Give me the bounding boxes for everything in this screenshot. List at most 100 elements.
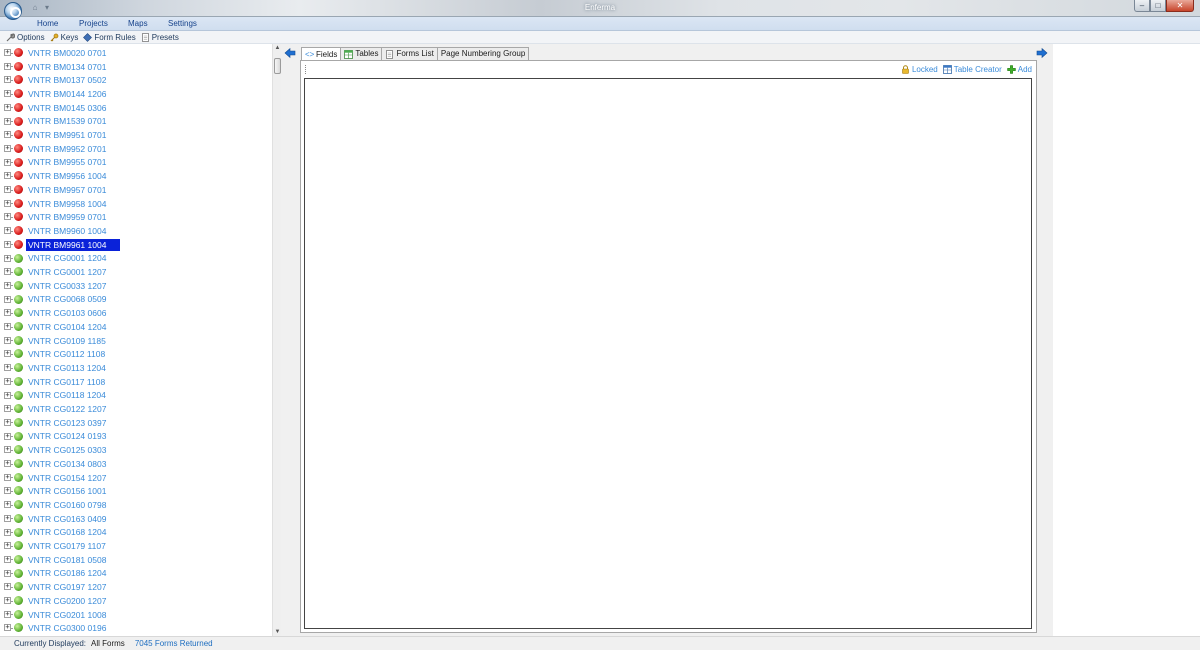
scroll-up-arrow-icon[interactable]: ▲ bbox=[273, 44, 282, 52]
expand-icon[interactable]: + bbox=[4, 103, 11, 111]
tree-item[interactable]: + VNTR BM0134 0701 bbox=[0, 60, 272, 74]
locked-button[interactable]: Locked bbox=[901, 65, 938, 74]
tree-item-label[interactable]: VNTR CG0156 1001 bbox=[26, 485, 108, 497]
scroll-down-arrow-icon[interactable]: ▼ bbox=[273, 628, 282, 636]
expand-icon[interactable]: + bbox=[4, 240, 11, 248]
tree-item[interactable]: + VNTR CG0124 0193 bbox=[0, 430, 272, 444]
expand-icon[interactable]: + bbox=[4, 62, 11, 70]
expand-icon[interactable]: + bbox=[4, 377, 11, 385]
tree-item[interactable]: + VNTR CG0179 1107 bbox=[0, 539, 272, 553]
expand-icon[interactable]: + bbox=[4, 309, 11, 317]
tree-item[interactable]: + VNTR CG0122 1207 bbox=[0, 402, 272, 416]
tree-item[interactable]: + VNTR CG0163 0409 bbox=[0, 512, 272, 526]
tree-item-label[interactable]: VNTR CG0300 0196 bbox=[26, 622, 108, 634]
expand-icon[interactable]: + bbox=[4, 49, 11, 56]
tree-item[interactable]: + VNTR BM9960 1004 bbox=[0, 224, 272, 238]
expand-icon[interactable]: + bbox=[4, 90, 11, 98]
back-arrow-icon[interactable] bbox=[284, 47, 296, 59]
tree-item[interactable]: + VNTR CG0168 1204 bbox=[0, 526, 272, 540]
tree-item[interactable]: + VNTR CG0181 0508 bbox=[0, 553, 272, 567]
tree-item[interactable]: + VNTR BM9961 1004 bbox=[0, 238, 272, 252]
app-menu-orb[interactable] bbox=[4, 2, 22, 20]
tree-item-label[interactable]: VNTR CG0104 1204 bbox=[26, 321, 108, 333]
tree-item[interactable]: + VNTR BM0137 0502 bbox=[0, 73, 272, 87]
options-button[interactable]: Options bbox=[6, 33, 45, 42]
tree-item[interactable]: + VNTR BM9951 0701 bbox=[0, 128, 272, 142]
tree-item-label[interactable]: VNTR CG0163 0409 bbox=[26, 513, 108, 525]
tree-item-label[interactable]: VNTR BM9957 0701 bbox=[26, 184, 108, 196]
expand-icon[interactable]: + bbox=[4, 364, 11, 372]
tree-item-label[interactable]: VNTR CG0200 1207 bbox=[26, 595, 108, 607]
tree-item-label[interactable]: VNTR CG0160 0798 bbox=[26, 499, 108, 511]
tree-item-label[interactable]: VNTR CG0123 0397 bbox=[26, 417, 108, 429]
tree-item-label[interactable]: VNTR BM0134 0701 bbox=[26, 61, 108, 73]
tree-item[interactable]: + VNTR CG0160 0798 bbox=[0, 498, 272, 512]
table-creator-button[interactable]: Table Creator bbox=[942, 65, 1002, 74]
expand-icon[interactable]: + bbox=[4, 514, 11, 522]
tree-item-label[interactable]: VNTR CG0125 0303 bbox=[26, 444, 108, 456]
tree-item[interactable]: + VNTR CG0186 1204 bbox=[0, 567, 272, 581]
tree-item-label[interactable]: VNTR CG0122 1207 bbox=[26, 403, 108, 415]
tree-item-label[interactable]: VNTR CG0112 1108 bbox=[26, 348, 107, 360]
tab-forms-list[interactable]: Forms List bbox=[381, 47, 438, 60]
expand-icon[interactable]: + bbox=[4, 446, 11, 454]
expand-icon[interactable]: + bbox=[4, 391, 11, 399]
tree-item-label[interactable]: VNTR BM9951 0701 bbox=[26, 129, 108, 141]
expand-icon[interactable]: + bbox=[4, 528, 11, 536]
tree-item-label[interactable]: VNTR CG0197 1207 bbox=[26, 581, 108, 593]
expand-icon[interactable]: + bbox=[4, 186, 11, 193]
tree-item-label[interactable]: VNTR CG0103 0606 bbox=[26, 307, 108, 319]
tree-item-label[interactable]: VNTR BM0145 0306 bbox=[26, 102, 108, 114]
expand-icon[interactable]: + bbox=[4, 254, 11, 262]
expand-icon[interactable]: + bbox=[4, 76, 11, 84]
tree-item[interactable]: + VNTR CG0033 1207 bbox=[0, 279, 272, 293]
add-button[interactable]: Add bbox=[1007, 65, 1032, 74]
form-rules-button[interactable]: Form Rules bbox=[83, 33, 136, 42]
keys-button[interactable]: Keys bbox=[50, 33, 78, 42]
tree-item[interactable]: + VNTR CG0197 1207 bbox=[0, 580, 272, 594]
tree-item-label[interactable]: VNTR BM9952 0701 bbox=[26, 143, 108, 155]
tab-page-numbering-group[interactable]: Page Numbering Group bbox=[436, 47, 530, 60]
tree-item-label[interactable]: VNTR BM9961 1004 bbox=[26, 238, 120, 251]
expand-icon[interactable]: + bbox=[4, 295, 11, 303]
expand-icon[interactable]: + bbox=[4, 610, 11, 618]
ribbon-tab-projects[interactable]: Projects bbox=[79, 18, 108, 30]
tab-tables[interactable]: Tables bbox=[340, 47, 383, 60]
tree-item-label[interactable]: VNTR CG0117 1108 bbox=[26, 376, 107, 388]
tree-item-label[interactable]: VNTR CG0033 1207 bbox=[26, 280, 108, 292]
expand-icon[interactable]: + bbox=[4, 487, 11, 495]
expand-icon[interactable]: + bbox=[4, 213, 11, 221]
expand-icon[interactable]: + bbox=[4, 268, 11, 276]
tree-item[interactable]: + VNTR BM0145 0306 bbox=[0, 101, 272, 115]
ribbon-tab-home[interactable]: Home bbox=[37, 18, 58, 30]
tree-item-label[interactable]: VNTR CG0134 0803 bbox=[26, 458, 108, 470]
tree-item-label[interactable]: VNTR CG0124 0193 bbox=[26, 430, 108, 442]
tree-item[interactable]: + VNTR BM9958 1004 bbox=[0, 197, 272, 211]
tree-item[interactable]: + VNTR CG0068 0509 bbox=[0, 293, 272, 307]
tree-item-label[interactable]: VNTR BM9955 0701 bbox=[26, 156, 108, 168]
tree-scrollbar[interactable]: ▲ ▼ bbox=[272, 44, 281, 636]
tree-item[interactable]: + VNTR CG0104 1204 bbox=[0, 320, 272, 334]
tree-item[interactable]: + VNTR CG0118 1204 bbox=[0, 389, 272, 403]
tree-item-label[interactable]: VNTR BM0020 0701 bbox=[26, 47, 108, 59]
tree-item-label[interactable]: VNTR CG0109 1185 bbox=[26, 335, 108, 347]
expand-icon[interactable]: + bbox=[4, 144, 11, 152]
expand-icon[interactable]: + bbox=[4, 460, 11, 467]
tree-item-label[interactable]: VNTR CG0001 1204 bbox=[26, 252, 108, 264]
tree-item-label[interactable]: VNTR CG0201 1008 bbox=[26, 609, 108, 621]
tree-item-label[interactable]: VNTR CG0186 1204 bbox=[26, 567, 108, 579]
tree-item-label[interactable]: VNTR CG0179 1107 bbox=[26, 540, 108, 552]
tree-item-label[interactable]: VNTR BM9959 0701 bbox=[26, 211, 108, 223]
tree-item-label[interactable]: VNTR CG0168 1204 bbox=[26, 526, 108, 538]
tree-item[interactable]: + VNTR CG0123 0397 bbox=[0, 416, 272, 430]
tree-item[interactable]: + VNTR CG0001 1207 bbox=[0, 265, 272, 279]
ribbon-tab-settings[interactable]: Settings bbox=[168, 18, 197, 30]
expand-icon[interactable]: + bbox=[4, 555, 11, 563]
tree-item[interactable]: + VNTR BM9955 0701 bbox=[0, 156, 272, 170]
expand-icon[interactable]: + bbox=[4, 336, 11, 344]
expand-icon[interactable]: + bbox=[4, 281, 11, 289]
expand-icon[interactable]: + bbox=[4, 501, 11, 509]
expand-icon[interactable]: + bbox=[4, 131, 11, 139]
tree-item[interactable]: + VNTR BM9952 0701 bbox=[0, 142, 272, 156]
tree-item[interactable]: + VNTR BM0144 1206 bbox=[0, 87, 272, 101]
